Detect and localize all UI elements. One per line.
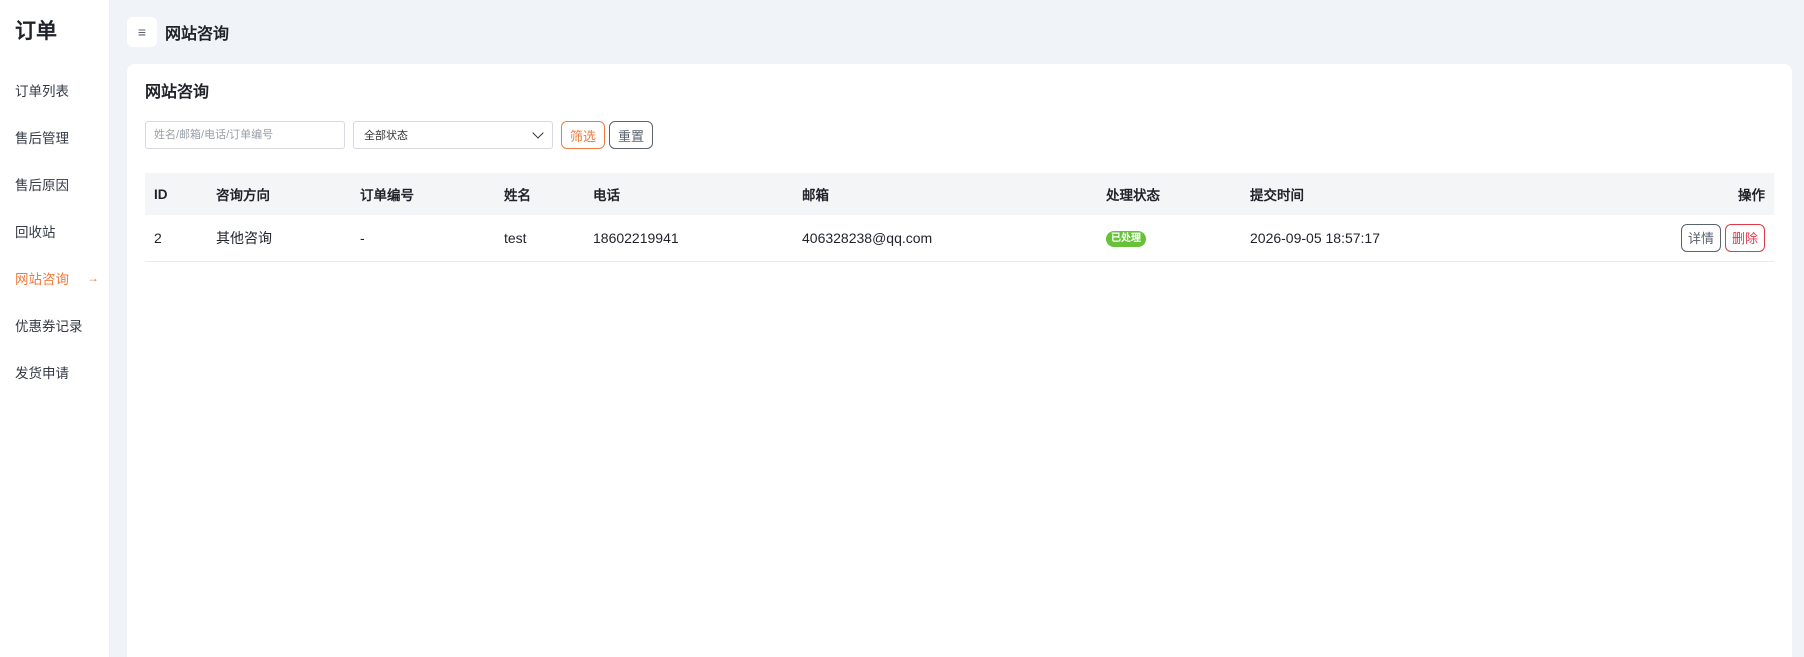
- sidebar-item-label: 发货申请: [15, 365, 69, 381]
- sidebar-item-after-sales[interactable]: 售后管理: [0, 113, 109, 160]
- topbar: ≡ 网站咨询: [110, 0, 1804, 64]
- header-submit-time: 提交时间: [1250, 188, 1304, 203]
- table-row: 2 其他咨询 - test 18602219941 406328238@qq.c…: [145, 215, 1774, 261]
- status-select[interactable]: 全部状态: [353, 121, 553, 149]
- sidebar: 订单 订单列表 售后管理 售后原因 回收站 网站咨询 → 优惠券记录 发货申请: [0, 0, 110, 657]
- sidebar-title: 订单: [15, 20, 57, 43]
- page-title: 网站咨询: [165, 26, 230, 43]
- header-id: ID: [154, 186, 168, 202]
- status-badge: 已处理: [1106, 231, 1146, 248]
- chevron-down-icon: [532, 127, 544, 139]
- header-operations: 操作: [1738, 188, 1765, 203]
- cell-order-no: -: [360, 229, 365, 246]
- search-input[interactable]: [145, 121, 345, 149]
- sidebar-item-website-inquiry[interactable]: 网站咨询 →: [0, 254, 109, 301]
- sidebar-item-label: 订单列表: [15, 83, 69, 99]
- sidebar-item-recycle-bin[interactable]: 回收站: [0, 207, 109, 254]
- status-select-value: 全部状态: [364, 130, 408, 142]
- table-header-row: ID 咨询方向 订单编号 姓名 电话 邮箱 处理状态 提交时间 操作: [145, 173, 1774, 215]
- sidebar-item-coupon-records[interactable]: 优惠券记录: [0, 301, 109, 348]
- header-direction: 咨询方向: [216, 188, 270, 203]
- sidebar-item-label: 网站咨询: [15, 271, 69, 287]
- filter-bar: 全部状态 筛选 重置: [145, 121, 1774, 149]
- cell-phone: 18602219941: [593, 229, 679, 246]
- cell-id: 2: [154, 229, 162, 246]
- content-card: 网站咨询 全部状态 筛选 重置: [127, 64, 1792, 657]
- reset-button[interactable]: 重置: [609, 121, 654, 149]
- cell-email: 406328238@qq.com: [802, 229, 933, 246]
- arrow-right-icon: →: [87, 270, 99, 285]
- sidebar-item-label: 售后原因: [15, 177, 69, 193]
- header-status: 处理状态: [1106, 188, 1160, 203]
- filter-button[interactable]: 筛选: [561, 121, 606, 149]
- cell-name: test: [504, 229, 527, 246]
- sidebar-item-label: 售后管理: [15, 130, 69, 146]
- header-name: 姓名: [504, 188, 531, 203]
- sidebar-item-label: 回收站: [15, 224, 56, 240]
- card-title: 网站咨询: [145, 84, 210, 101]
- menu-icon: ≡: [137, 24, 147, 40]
- detail-button[interactable]: 详情: [1680, 223, 1721, 252]
- cell-submit-time: 2026-09-05 18:57:17: [1250, 229, 1380, 246]
- sidebar-item-order-list[interactable]: 订单列表: [0, 66, 109, 113]
- cell-operations: 详情 删除: [1551, 215, 1774, 261]
- menu-toggle-button[interactable]: ≡: [127, 17, 157, 47]
- cell-status: 已处理: [1097, 215, 1241, 261]
- header-phone: 电话: [593, 188, 620, 203]
- header-email: 邮箱: [802, 188, 829, 203]
- header-order-no: 订单编号: [360, 188, 414, 203]
- sidebar-item-label: 优惠券记录: [15, 318, 83, 334]
- sidebar-item-after-sales-reasons[interactable]: 售后原因: [0, 160, 109, 207]
- app-root: 订单 订单列表 售后管理 售后原因 回收站 网站咨询 → 优惠券记录 发货申请 …: [0, 0, 1804, 657]
- delete-button[interactable]: 删除: [1724, 223, 1765, 252]
- cell-direction: 其他咨询: [216, 229, 272, 246]
- inquiry-table: ID 咨询方向 订单编号 姓名 电话 邮箱 处理状态 提交时间 操作 2 其他咨: [145, 173, 1774, 262]
- main-area: ≡ 网站咨询 网站咨询 全部状态 筛选 重置: [110, 0, 1804, 657]
- sidebar-item-shipping-requests[interactable]: 发货申请: [0, 348, 109, 395]
